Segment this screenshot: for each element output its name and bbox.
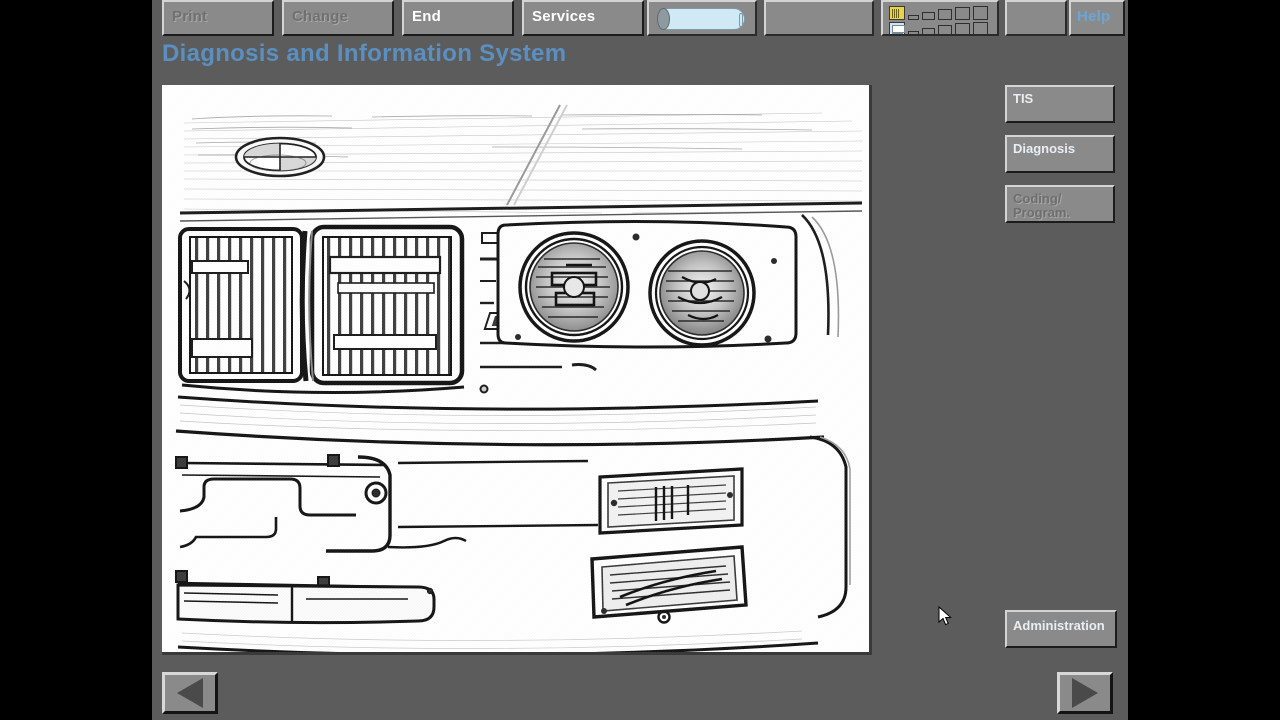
capsule-tip [739, 13, 743, 27]
level-indicator-panel [881, 0, 999, 36]
sidebar-item-administration[interactable]: Administration [1005, 610, 1117, 648]
level-bar [908, 31, 919, 34]
triangle-left-icon [177, 678, 203, 708]
level-indicator-row-handheld [889, 5, 988, 20]
sidebar-item-coding-program[interactable]: Coding/ Program. [1005, 185, 1115, 223]
level-bar [938, 9, 952, 20]
monitor-icon [889, 22, 905, 34]
toolbar-button-end[interactable]: End [402, 0, 514, 36]
capsule-cap [657, 8, 670, 30]
toolbar-button-help[interactable]: Help [1069, 0, 1125, 36]
capsule-indicator-icon [657, 8, 745, 30]
page-title: Diagnosis and Information System [162, 40, 567, 67]
level-bar [938, 25, 952, 34]
sidebar-item-diagnosis-label: Diagnosis [1013, 141, 1076, 156]
toolbar-button-end-label: End [412, 8, 441, 25]
toolbar-blank-panel-1 [764, 0, 874, 36]
level-bar [973, 22, 988, 34]
sidebar-item-coding-label: Coding/ [1013, 191, 1062, 206]
vehicle-line-drawing [162, 85, 869, 652]
sidebar-item-tis[interactable]: TIS [1005, 85, 1115, 123]
level-bar [908, 15, 919, 20]
top-toolbar: Print Change End Services Help [152, 0, 1128, 38]
vehicle-image-panel [162, 85, 872, 655]
toolbar-button-change[interactable]: Change [282, 0, 394, 36]
level-bar [922, 12, 935, 20]
sidebar-item-program-label: Program. [1013, 205, 1071, 220]
nav-previous-button[interactable] [162, 672, 218, 714]
sidebar-item-diagnosis[interactable]: Diagnosis [1005, 135, 1115, 173]
triangle-right-icon [1072, 678, 1098, 708]
toolbar-button-change-label: Change [292, 8, 349, 25]
toolbar-button-services-label: Services [532, 8, 596, 25]
nav-next-button[interactable] [1057, 672, 1113, 714]
toolbar-button-services[interactable]: Services [522, 0, 644, 36]
toolbar-blank-panel-2 [1005, 0, 1067, 36]
level-bar [973, 6, 988, 20]
sidebar-item-tis-label: TIS [1013, 91, 1034, 106]
screen: Print Change End Services Help Diagnosis… [0, 0, 1280, 720]
application-window: Print Change End Services Help Diagnosis… [152, 0, 1128, 720]
level-bar [955, 7, 970, 20]
toolbar-button-help-label: Help [1077, 8, 1111, 25]
toolbar-button-print[interactable]: Print [162, 0, 274, 36]
toolbar-button-print-label: Print [172, 8, 208, 25]
level-bar [955, 23, 970, 34]
level-indicator-row-monitor [889, 21, 988, 34]
handheld-tester-icon [889, 6, 905, 20]
level-bar [922, 28, 935, 34]
status-capsule-panel[interactable] [647, 0, 757, 36]
sidebar-item-administration-label: Administration [1013, 618, 1105, 633]
